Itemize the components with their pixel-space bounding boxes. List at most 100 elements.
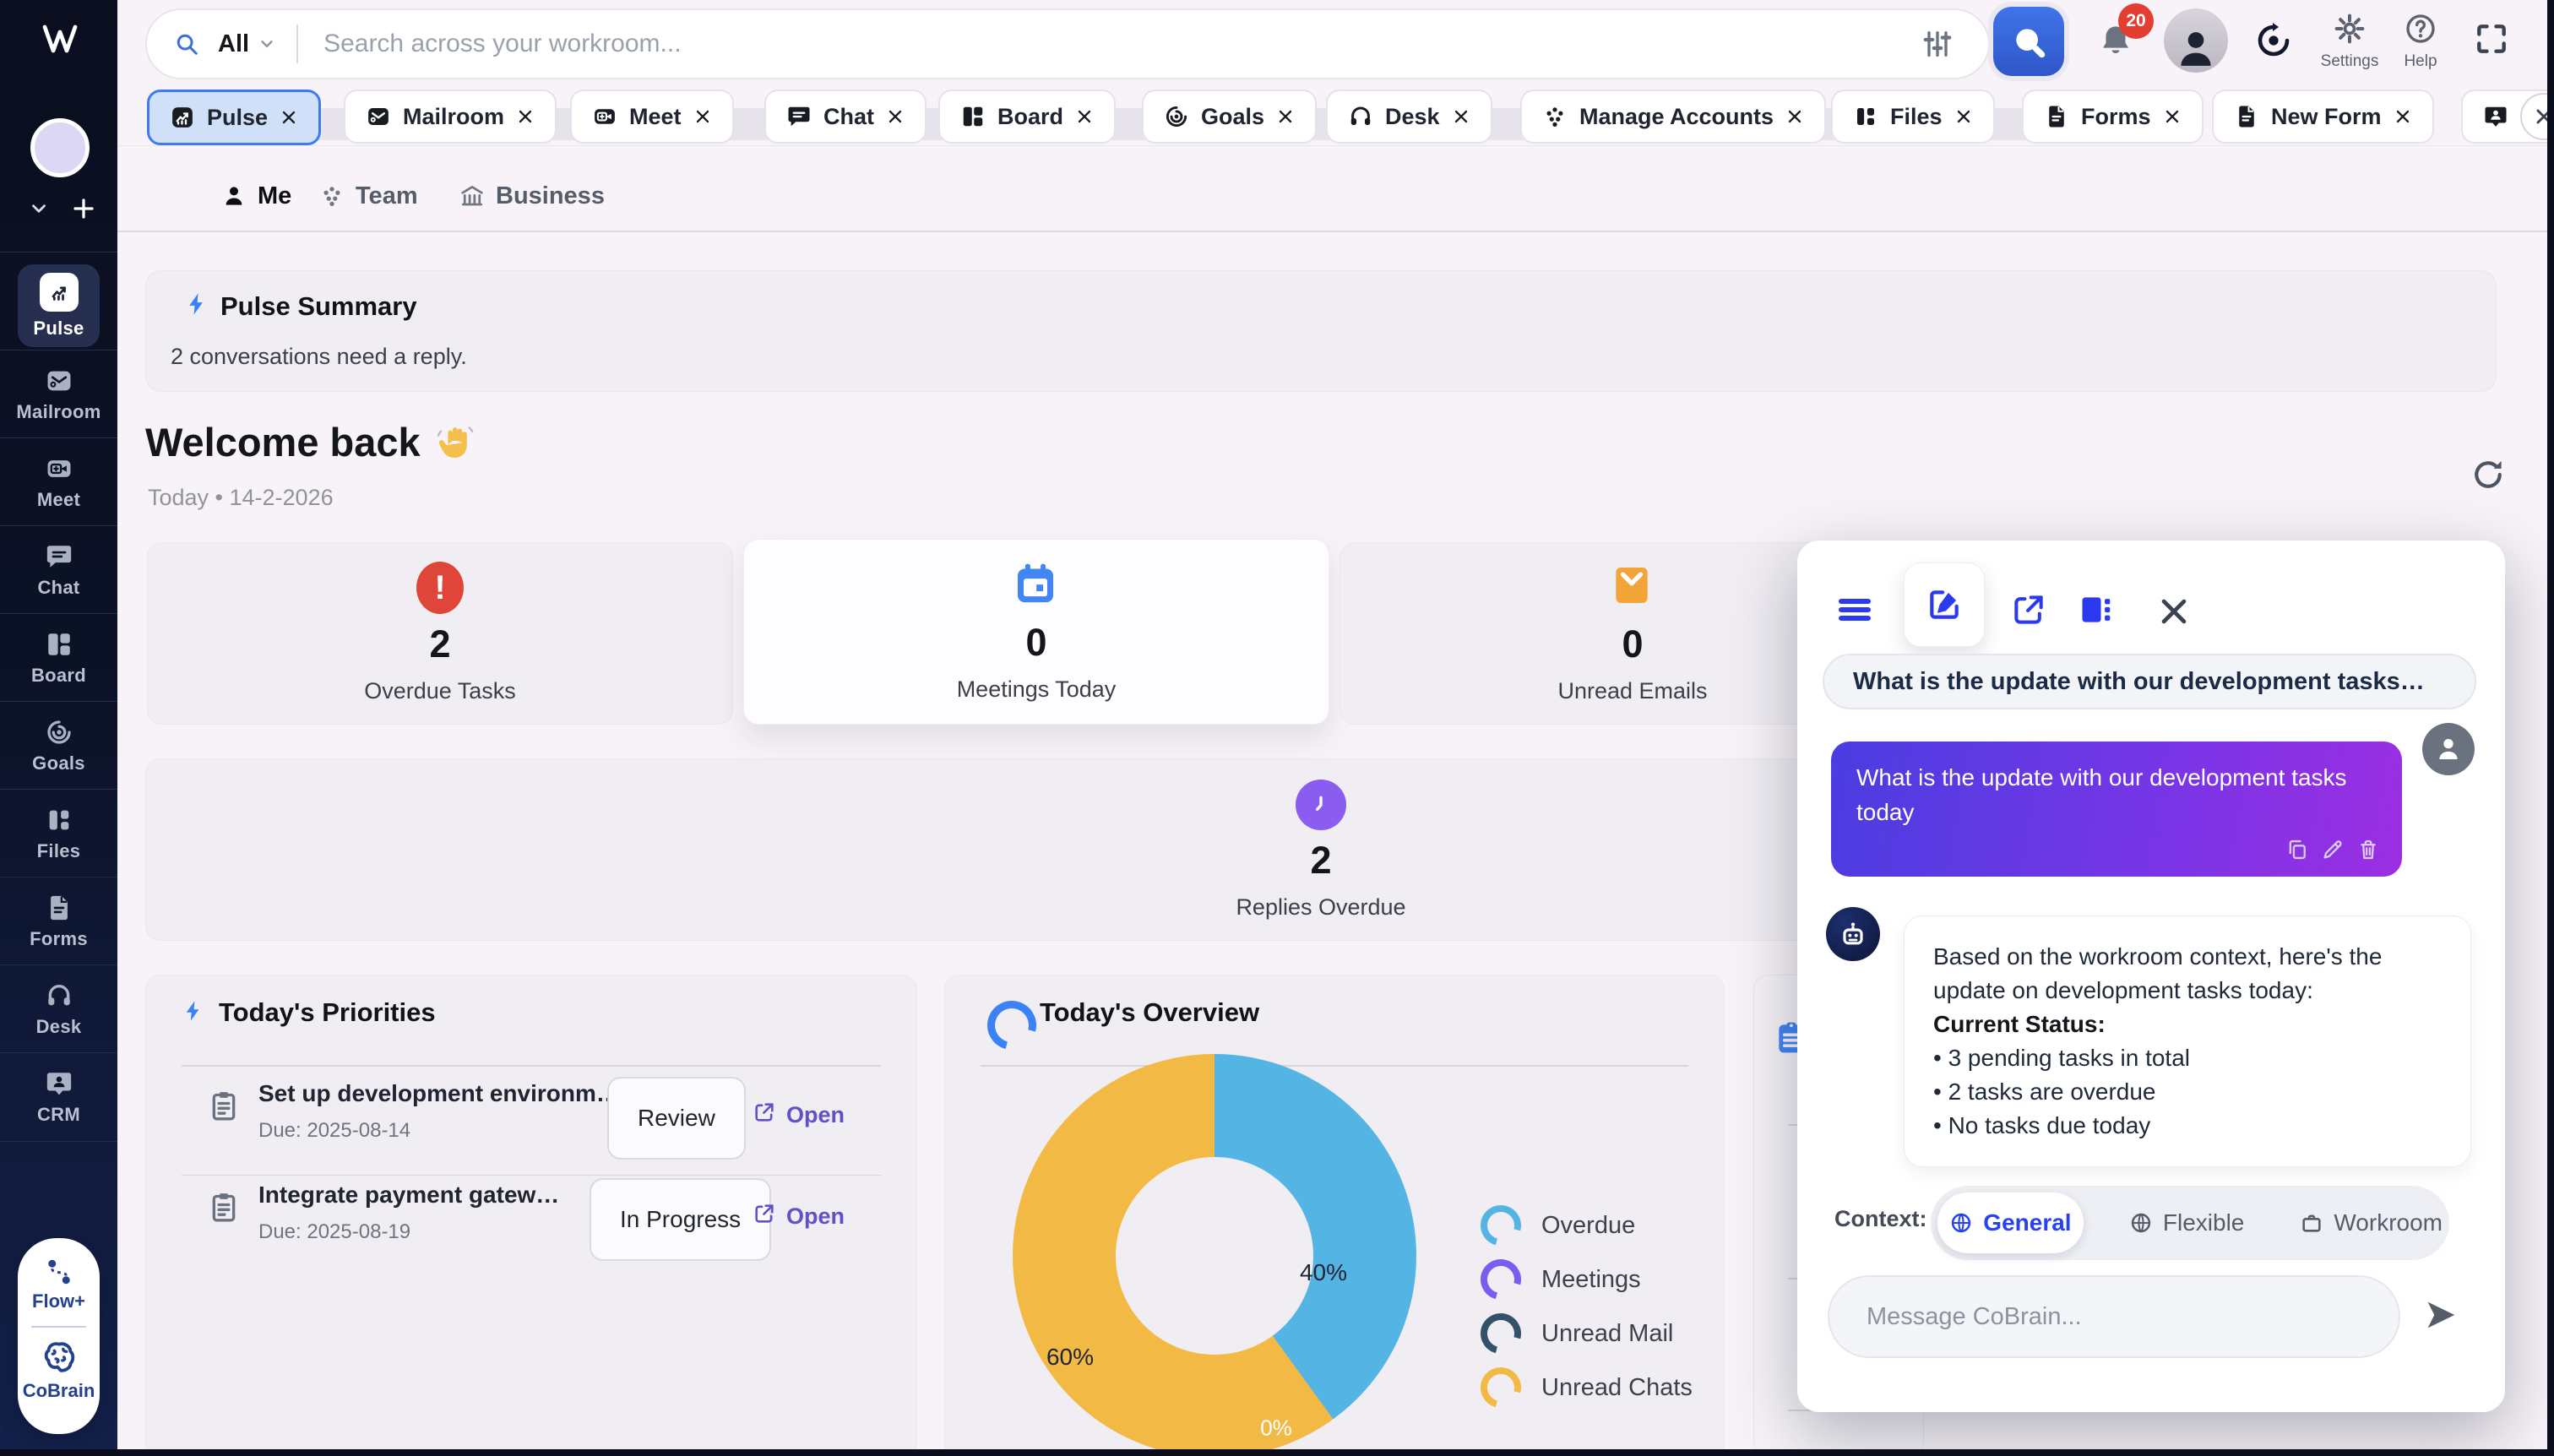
sidebar-item-forms[interactable]: Forms [0,877,117,965]
user-avatar[interactable] [2164,8,2228,73]
stat-card-overdue-tasks[interactable]: ! 2 Overdue Tasks [147,542,733,725]
workroom-logo-icon[interactable] [40,19,80,59]
copy-icon[interactable] [2285,838,2309,861]
message-input[interactable] [1865,1302,2363,1332]
tab-partial[interactable]: W [2461,90,2554,144]
sidebar-item-desk[interactable]: Desk [0,964,117,1053]
sidebar-item-meet[interactable]: Meet [0,437,117,526]
tab-goals[interactable]: Goals [1142,90,1317,144]
search-submit-button[interactable] [1993,7,2064,76]
bank-icon [459,183,485,209]
close-tab-icon[interactable] [2163,107,2182,126]
context-option-general[interactable]: General [1937,1193,2084,1253]
close-tab-icon[interactable] [1075,107,1094,126]
tab-meet[interactable]: Meet [570,90,734,144]
scope-tab-business[interactable]: Business [459,172,605,220]
fullscreen-expand-icon[interactable] [2473,20,2510,57]
panel-layout-icon[interactable] [2078,591,2115,628]
close-tab-icon[interactable] [886,107,905,126]
close-tab-icon[interactable] [1954,107,1973,126]
cobrain-brain-icon[interactable] [40,1338,79,1377]
global-search-bar[interactable]: All [145,8,1990,79]
context-option-label: Workroom [2334,1209,2443,1236]
tab-board[interactable]: Board [938,90,1116,144]
menu-hamburger-icon[interactable] [1834,589,1875,630]
flow-label[interactable]: Flow+ [18,1290,100,1312]
context-option-workroom[interactable]: Workroom [2300,1209,2443,1236]
lightning-bolt-icon [182,999,205,1023]
assistant-line: Based on the workroom context, here's th… [1933,940,2442,974]
sidebar-item-pulse[interactable]: Pulse [0,262,117,350]
sidebar-item-label: Forms [30,928,88,950]
refresh-icon[interactable] [2470,456,2507,493]
message-input-wrapper [1828,1275,2400,1358]
sidebar-item-crm[interactable]: CRM [0,1052,117,1142]
scope-chevron-down-icon[interactable] [258,35,276,53]
open-external-icon[interactable] [753,1100,776,1124]
close-panel-icon[interactable] [2155,593,2193,630]
conversation-title-pill[interactable]: What is the update with our development … [1823,654,2476,709]
help-label[interactable]: Help [2387,52,2454,71]
close-tab-icon[interactable] [1276,107,1295,126]
globe-icon [1949,1211,1973,1235]
donut-slice-label-overdue: 40% [1300,1259,1347,1286]
task-open-link[interactable]: Open [786,1203,845,1230]
close-tab-icon[interactable] [516,107,535,126]
crm-badge-icon [45,1069,73,1098]
tab-mailroom[interactable]: Mailroom [344,90,557,144]
welcome-heading: Welcome back [145,419,475,465]
add-workspace-icon[interactable] [71,196,96,221]
task-open-link[interactable]: Open [786,1102,845,1128]
compose-icon [1926,586,1963,623]
tab-manage-accounts[interactable]: Manage Accounts [1520,90,1826,144]
help-icon[interactable] [2404,12,2437,46]
task-status-button[interactable]: In Progress [590,1178,771,1261]
tab-forms[interactable]: Forms [2022,90,2204,144]
edit-pencil-icon[interactable] [2321,838,2345,861]
task-status-button[interactable]: Review [607,1077,746,1160]
sidebar-item-chat[interactable]: Chat [0,525,117,614]
board-grid-icon [960,104,986,129]
close-tab-icon[interactable] [280,108,298,127]
sidebar-item-board[interactable]: Board [0,613,117,702]
settings-gear-icon[interactable] [2333,12,2367,46]
search-filters-sliders-icon[interactable] [1921,27,1954,61]
close-tab-icon[interactable] [2394,107,2412,126]
close-tab-icon[interactable] [1452,107,1470,126]
tab-new-form[interactable]: New Form [2212,90,2434,144]
scope-tab-team[interactable]: Team [319,172,418,220]
waving-hand-icon [434,422,475,463]
workspace-switcher-chevron-icon[interactable] [28,198,50,220]
open-in-new-icon[interactable] [2010,591,2047,628]
tab-files[interactable]: Files [1831,90,1995,144]
tab-desk[interactable]: Desk [1326,90,1492,144]
stat-card-meetings-today[interactable]: 0 Meetings Today [743,539,1329,725]
context-option-flexible[interactable]: Flexible [2129,1209,2244,1236]
cobrain-chat-avatar [1826,907,1880,961]
sidebar-item-files[interactable]: Files [0,789,117,877]
new-chat-button[interactable] [1904,562,1985,647]
scope-tab-label: Business [496,182,605,210]
workspace-avatar[interactable] [30,118,90,177]
tab-pulse[interactable]: Pulse [147,90,321,145]
tab-label: Desk [1385,104,1440,130]
delete-trash-icon[interactable] [2356,838,2380,861]
flow-route-icon[interactable] [44,1257,74,1287]
settings-label[interactable]: Settings [2307,52,2392,71]
tab-chat[interactable]: Chat [764,90,927,144]
scope-tab-me[interactable]: Me [221,172,291,220]
open-external-icon[interactable] [753,1202,776,1225]
search-input[interactable] [322,29,1921,59]
sidebar-item-mailroom[interactable]: Mailroom [0,350,117,438]
goals-target-icon [1164,104,1189,129]
close-tab-icon[interactable] [693,107,712,126]
sidebar-item-goals[interactable]: Goals [0,701,117,790]
welcome-title: Welcome back [145,419,421,465]
close-tab-icon[interactable] [1785,107,1804,126]
cobrain-label[interactable]: CoBrain [18,1380,100,1402]
legend-label: Overdue [1541,1212,1635,1240]
search-scope-dropdown[interactable]: All [218,30,249,58]
sync-history-icon[interactable] [2253,20,2294,61]
send-icon[interactable] [2421,1296,2459,1334]
user-message-line: today [1856,795,2347,829]
